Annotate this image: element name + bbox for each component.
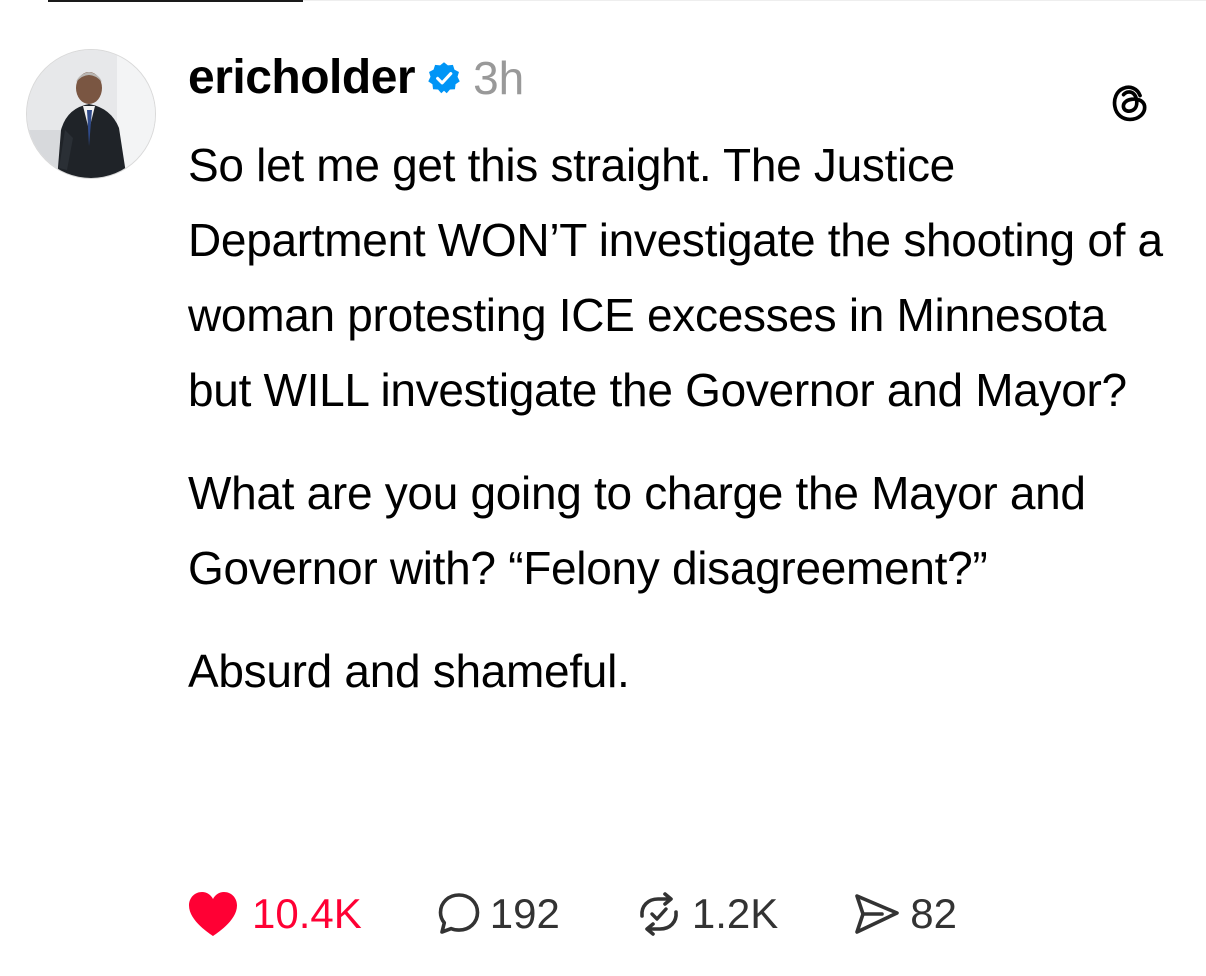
post-paragraph-3: Absurd and shameful. bbox=[188, 645, 630, 697]
top-divider bbox=[48, 0, 303, 2]
send-icon bbox=[855, 894, 900, 934]
avatar[interactable] bbox=[26, 49, 156, 179]
reply-button[interactable]: 192 bbox=[436, 890, 560, 938]
share-button[interactable]: 82 bbox=[852, 890, 957, 938]
repost-count: 1.2K bbox=[691, 890, 779, 937]
heart-icon bbox=[189, 892, 237, 936]
like-count: 10.4K bbox=[252, 890, 362, 937]
repost-button[interactable]: 1.2K bbox=[634, 890, 778, 938]
threads-logo-icon[interactable] bbox=[1108, 80, 1152, 124]
post-paragraph-1: So let me get this straight. The Justice… bbox=[188, 139, 1163, 416]
post-actions: 10.4K 192 1.2K 82 bbox=[186, 886, 957, 942]
post-timestamp: 3h bbox=[473, 52, 525, 104]
post-header: ericholder 3h bbox=[188, 48, 524, 108]
repost-icon bbox=[640, 892, 678, 936]
like-button[interactable]: 10.4K bbox=[186, 889, 362, 939]
reply-bubble-icon bbox=[438, 893, 480, 934]
reply-count: 192 bbox=[489, 890, 560, 937]
avatar-photo bbox=[27, 50, 155, 178]
top-divider-light bbox=[303, 0, 1206, 1]
post-paragraph-2: What are you going to charge the Mayor a… bbox=[188, 467, 1086, 594]
post-body: So let me get this straight. The Justice… bbox=[188, 128, 1178, 709]
verified-badge-icon bbox=[428, 62, 460, 94]
username[interactable]: ericholder bbox=[188, 54, 416, 102]
share-count: 82 bbox=[910, 890, 957, 937]
